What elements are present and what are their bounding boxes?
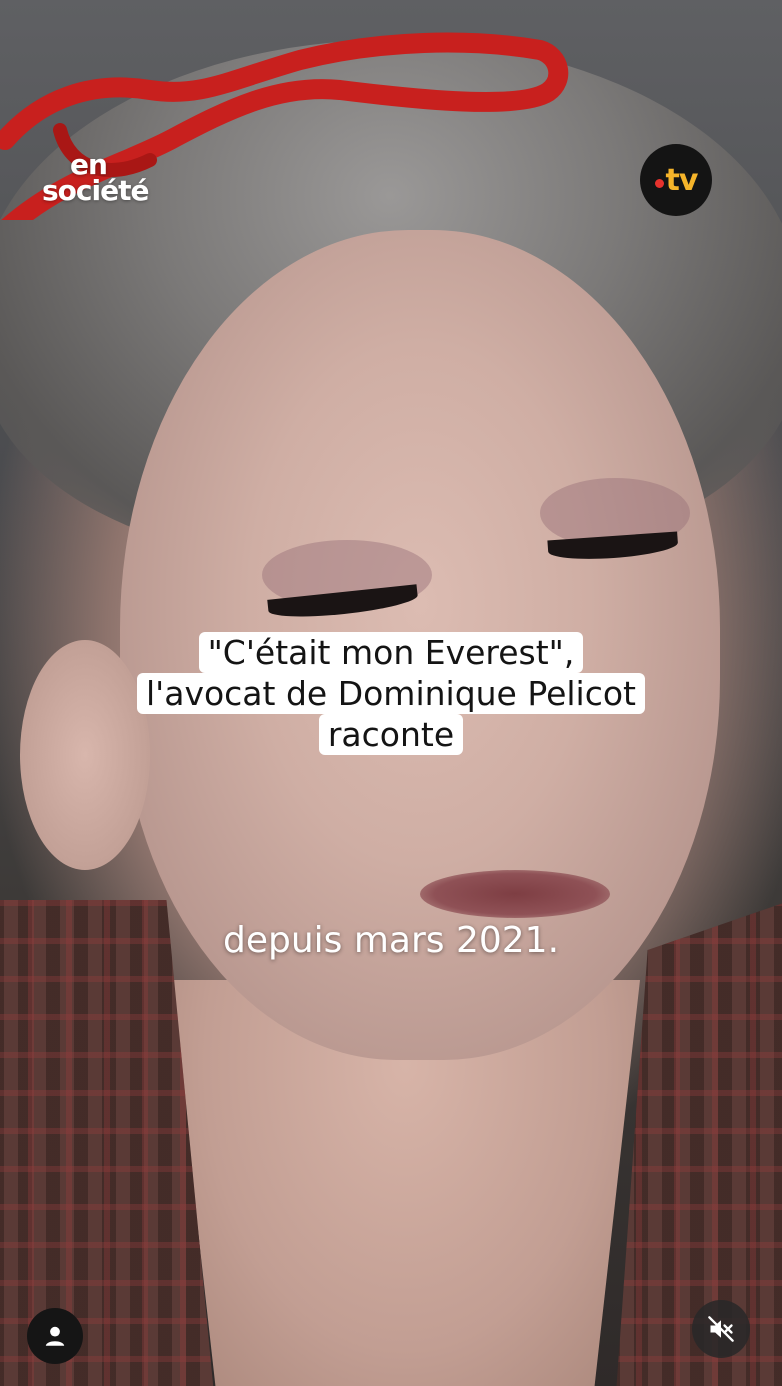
headline-caption: "C'était mon Everest", l'avocat de Domin… [0,632,782,755]
channel-logo-text: tv [665,162,699,198]
user-icon [45,1326,65,1346]
video-player[interactable]: en société tv "C'était mon Everest", l'a… [0,0,782,1386]
video-subtitle: depuis mars 2021. [222,920,560,961]
video-frame-mouth [420,870,610,918]
speaker-muted-icon [708,1316,734,1342]
program-logo: en société [42,151,149,207]
headline-line-3: raconte [318,714,464,755]
headline-line-2: l'avocat de Dominique Pelicot [136,673,645,714]
mute-toggle-button[interactable] [692,1300,750,1358]
program-logo-line2: société [42,174,149,207]
channel-logo: tv [640,144,712,216]
headline-line-1: "C'était mon Everest", [198,632,584,673]
profile-button[interactable] [27,1308,83,1364]
channel-logo-dot [654,178,664,188]
